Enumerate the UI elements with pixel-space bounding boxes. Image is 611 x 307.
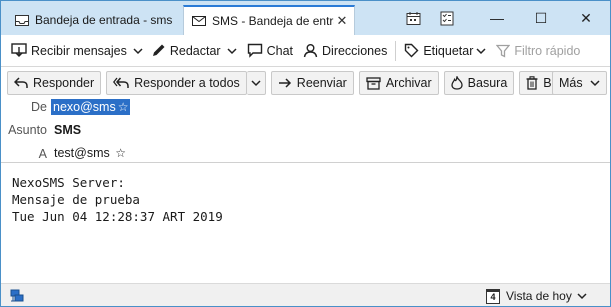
from-label: De [31, 100, 47, 114]
main-toolbar: Recibir mensajes Redactar Chat Direccion… [1, 35, 610, 67]
minimize-button[interactable]: — [474, 1, 520, 35]
subject-label: Asunto [8, 123, 47, 137]
tab-inbox-title: Bandeja de entrada - sms [35, 13, 173, 27]
forward-arrow-icon [278, 77, 292, 89]
inbox-icon [15, 14, 29, 26]
status-bar: 4 Vista de hoy [1, 283, 610, 306]
quick-filter-label: Filtro rápido [514, 43, 581, 58]
get-messages-label: Recibir mensajes [31, 43, 127, 58]
calendar-day-icon: 4 [486, 288, 500, 304]
today-pane-toggle[interactable]: 4 Vista de hoy [486, 287, 587, 305]
reply-label: Responder [33, 76, 95, 90]
from-value[interactable]: nexo@sms ☆ [51, 99, 131, 115]
reply-all-button[interactable]: Responder a todos [106, 71, 247, 95]
online-status-icon[interactable] [10, 289, 24, 303]
envelope-icon [192, 15, 206, 27]
message-header: Responder Responder a todos Reenviar Arc… [1, 67, 610, 163]
thunderbird-window: Bandeja de entrada - sms SMS - Bandeja d… [0, 0, 611, 307]
reply-all-dropdown[interactable] [246, 71, 266, 95]
address-book-label: Direcciones [322, 43, 388, 58]
today-pane-label: Vista de hoy [506, 289, 572, 303]
get-messages-button[interactable]: Recibir mensajes [7, 38, 131, 64]
forward-button[interactable]: Reenviar [270, 71, 354, 95]
more-button[interactable]: Más [552, 71, 607, 95]
reply-icon [14, 77, 28, 89]
to-address: test@sms [54, 146, 110, 160]
archive-icon [366, 76, 381, 90]
tag-icon [404, 43, 419, 58]
reply-all-split: Responder a todos [106, 71, 266, 97]
archive-label: Archivar [385, 76, 432, 90]
chevron-down-icon [133, 44, 143, 58]
pencil-icon [151, 43, 166, 58]
junk-button[interactable]: Basura [443, 71, 515, 95]
tab-inbox[interactable]: Bandeja de entrada - sms [7, 5, 181, 35]
chat-button[interactable]: Chat [243, 38, 297, 64]
from-address-chip[interactable]: nexo@sms ☆ [51, 99, 131, 115]
message-actions: Responder Responder a todos Reenviar Arc… [7, 71, 590, 97]
toolbar-separator [395, 40, 397, 61]
chevron-down-icon [251, 76, 261, 90]
tab-sms-title: SMS - Bandeja de entra [212, 14, 334, 28]
to-label: A [38, 147, 47, 161]
write-button[interactable]: Redactar [147, 38, 225, 64]
chevron-down-icon [577, 292, 587, 300]
tasks-icon[interactable] [429, 1, 465, 35]
chat-label: Chat [266, 43, 294, 58]
get-messages-dropdown[interactable] [131, 38, 145, 64]
maximize-button[interactable]: ☐ [518, 1, 564, 35]
download-icon [11, 43, 27, 58]
chevron-down-icon [590, 76, 600, 90]
to-value[interactable]: test@sms ☆ [54, 146, 126, 160]
trash-icon [526, 76, 538, 90]
reply-all-icon [113, 77, 129, 89]
quick-filter-button[interactable]: Filtro rápido [492, 38, 584, 64]
reply-all-label: Responder a todos [134, 76, 240, 90]
chevron-down-icon [227, 44, 237, 58]
close-tab-icon[interactable]: ✕ [334, 13, 350, 29]
chat-bubble-icon [247, 43, 263, 58]
forward-label: Reenviar [296, 76, 347, 90]
tag-button[interactable]: Etiquetar [400, 38, 490, 64]
from-address: nexo@sms [53, 100, 116, 114]
close-window-button[interactable]: ✕ [563, 1, 609, 35]
calendar-icon[interactable] [393, 1, 433, 35]
message-body: NexoSMS Server: Mensaje de prueba Tue Ju… [1, 164, 610, 283]
write-label: Redactar [169, 43, 221, 58]
more-label: Más [559, 76, 583, 90]
contacts-icon [303, 43, 318, 58]
filter-icon [496, 44, 511, 58]
chevron-down-icon [476, 44, 486, 58]
tag-label: Etiquetar [423, 43, 474, 58]
subject-value: SMS [54, 123, 82, 137]
reply-button[interactable]: Responder [7, 71, 102, 95]
junk-label: Basura [467, 76, 508, 90]
tab-bar: Bandeja de entrada - sms SMS - Bandeja d… [1, 1, 610, 35]
flame-icon [451, 76, 463, 90]
star-icon[interactable]: ☆ [118, 100, 129, 114]
address-book-button[interactable]: Direcciones [299, 38, 391, 64]
star-icon[interactable]: ☆ [115, 146, 126, 160]
archive-button[interactable]: Archivar [358, 71, 439, 95]
write-dropdown[interactable] [225, 38, 239, 64]
tab-sms-message[interactable]: SMS - Bandeja de entra ✕ [183, 5, 355, 35]
